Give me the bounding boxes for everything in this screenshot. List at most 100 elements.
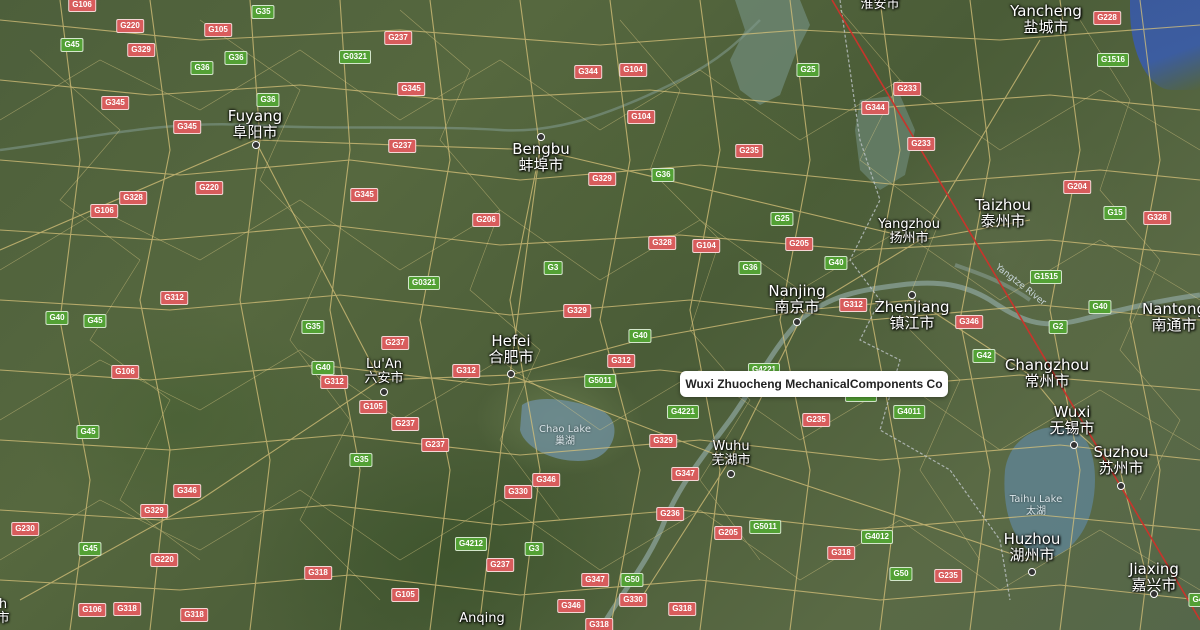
highway-shield: G1516 <box>1096 53 1130 67</box>
city-marker-fuyang <box>252 141 260 149</box>
highway-shield: G220 <box>116 19 144 33</box>
highway-shield: G318 <box>585 618 613 630</box>
map-canvas[interactable]: Yangtze River Chao Lake 巢湖 Taihu Lake 太湖 淮… <box>0 0 1200 630</box>
highway-shield: G42 <box>972 349 996 363</box>
highway-shield: G237 <box>384 31 412 45</box>
highway-shield: G4221 <box>666 405 700 419</box>
highway-shield: G36 <box>190 61 214 75</box>
highway-shield: G105 <box>204 23 232 37</box>
city-label-huzhou[interactable]: Huzhou 湖州市 <box>1004 531 1061 564</box>
highway-shield: G344 <box>574 65 602 79</box>
highway-shield: G312 <box>839 298 867 312</box>
highway-shield: G345 <box>101 96 129 110</box>
city-label-anqing[interactable]: Anqing <box>459 612 505 626</box>
highway-shield: G237 <box>421 438 449 452</box>
highway-shield: G237 <box>486 558 514 572</box>
city-label-fuyang[interactable]: Fuyang 阜阳市 <box>228 108 282 141</box>
highway-shield: G205 <box>714 526 742 540</box>
highway-shield: G230 <box>11 522 39 536</box>
highway-shield: G40 <box>1088 300 1112 314</box>
highway-shield: G0321 <box>407 276 441 290</box>
highway-shield: G346 <box>955 315 983 329</box>
highway-shield: G346 <box>532 473 560 487</box>
highway-shield: G106 <box>78 603 106 617</box>
highway-shield: G233 <box>907 137 935 151</box>
lake-label-taihu: Taihu Lake 太湖 <box>1009 494 1063 517</box>
highway-shield: G4011 <box>893 405 925 419</box>
city-label-hefei[interactable]: Hefei 合肥市 <box>488 333 533 366</box>
highway-shield: G237 <box>388 139 416 153</box>
highway-shield: G345 <box>350 188 378 202</box>
highway-shield: G329 <box>588 172 616 186</box>
highway-shield: G347 <box>671 467 699 481</box>
highway-shield: G4212 <box>454 537 488 551</box>
highway-shield: G329 <box>649 434 677 448</box>
highway-shield: G5011 <box>584 374 616 388</box>
highway-shield: G235 <box>934 569 962 583</box>
highway-shield: G40 <box>628 329 652 343</box>
highway-shield: G345 <box>173 120 201 134</box>
city-label-suzhou[interactable]: Suzhou 苏州市 <box>1093 444 1148 477</box>
highway-shield: G45 <box>78 542 102 556</box>
highway-shield: G45 <box>83 314 107 328</box>
city-label-jiaxing[interactable]: Jiaxing 嘉兴市 <box>1129 561 1179 594</box>
highway-shield: G106 <box>68 0 96 12</box>
highway-shield: G228 <box>1093 11 1121 25</box>
highway-shield: G206 <box>472 213 500 227</box>
city-label-wuhu[interactable]: Wuhu 芜湖市 <box>711 440 750 467</box>
city-marker-wuxi <box>1070 441 1078 449</box>
city-label-wuxi[interactable]: Wuxi 无锡市 <box>1049 404 1094 437</box>
highway-shield: G344 <box>861 101 889 115</box>
highway-shield: G220 <box>150 553 178 567</box>
highway-shield: G235 <box>735 144 763 158</box>
highway-shield: G106 <box>90 204 118 218</box>
city-marker-huzhou <box>1028 568 1036 576</box>
highway-shield: G35 <box>349 453 373 467</box>
highway-shield: G345 <box>397 82 425 96</box>
highway-shield: G328 <box>1143 211 1171 225</box>
highway-shield: G40 <box>824 256 848 270</box>
city-label-taizhou[interactable]: Taizhou 泰州市 <box>975 197 1031 230</box>
highway-shield: G1515 <box>1029 270 1063 284</box>
city-label-yancheng[interactable]: Yancheng 盐城市 <box>1010 3 1082 36</box>
city-label-bengbu[interactable]: Bengbu 蚌埠市 <box>512 141 570 174</box>
city-marker-luan <box>380 388 388 396</box>
highway-shield: G45 <box>76 425 100 439</box>
highway-shield: G330 <box>504 485 532 499</box>
highway-shield: G329 <box>140 504 168 518</box>
city-marker-suzhou <box>1117 482 1125 490</box>
highway-shield: G312 <box>320 375 348 389</box>
highway-shield: G36 <box>651 168 675 182</box>
highway-shield: G36 <box>256 93 280 107</box>
city-label-zhenjiang[interactable]: Zhenjiang 镇江市 <box>874 299 949 332</box>
city-marker-nanjing <box>793 318 801 326</box>
city-marker-wuhu <box>727 470 735 478</box>
highway-shield: G328 <box>119 191 147 205</box>
highway-shield: G106 <box>111 365 139 379</box>
city-label-changzhou[interactable]: Changzhou 常州市 <box>1005 357 1089 390</box>
city-label-yangzhou[interactable]: Yangzhou 扬州市 <box>878 218 940 245</box>
city-label-luan[interactable]: Lu'An 六安市 <box>364 358 403 385</box>
location-popup[interactable]: Wuxi Zhuocheng MechanicalComponents Co <box>680 371 948 397</box>
highway-shield: G104 <box>627 110 655 124</box>
highway-shield: G318 <box>180 608 208 622</box>
city-label-nantong[interactable]: Nantong 南通市 <box>1142 301 1200 334</box>
highway-shield: G25 <box>770 212 794 226</box>
hongze-lake <box>730 0 810 105</box>
highway-shield: G347 <box>581 573 609 587</box>
highway-shield: G5011 <box>749 520 781 534</box>
highway-shield: G233 <box>893 82 921 96</box>
highway-shield: G105 <box>359 400 387 414</box>
highway-shield: G3 <box>524 542 544 556</box>
highway-shield: G346 <box>557 599 585 613</box>
highway-shield: G330 <box>619 593 647 607</box>
city-label-nanjing[interactable]: Nanjing 南京市 <box>768 283 825 316</box>
highway-shield: G4012 <box>860 530 894 544</box>
highway-shield: G312 <box>452 364 480 378</box>
highway-shield: G50 <box>620 573 644 587</box>
highway-shield: G104 <box>619 63 647 77</box>
location-popup-label: Wuxi Zhuocheng MechanicalComponents Co <box>685 377 943 391</box>
highway-shield: G2 <box>1048 320 1068 334</box>
city-label-left-edge: h 市 <box>0 597 10 626</box>
huai-river <box>0 19 761 152</box>
